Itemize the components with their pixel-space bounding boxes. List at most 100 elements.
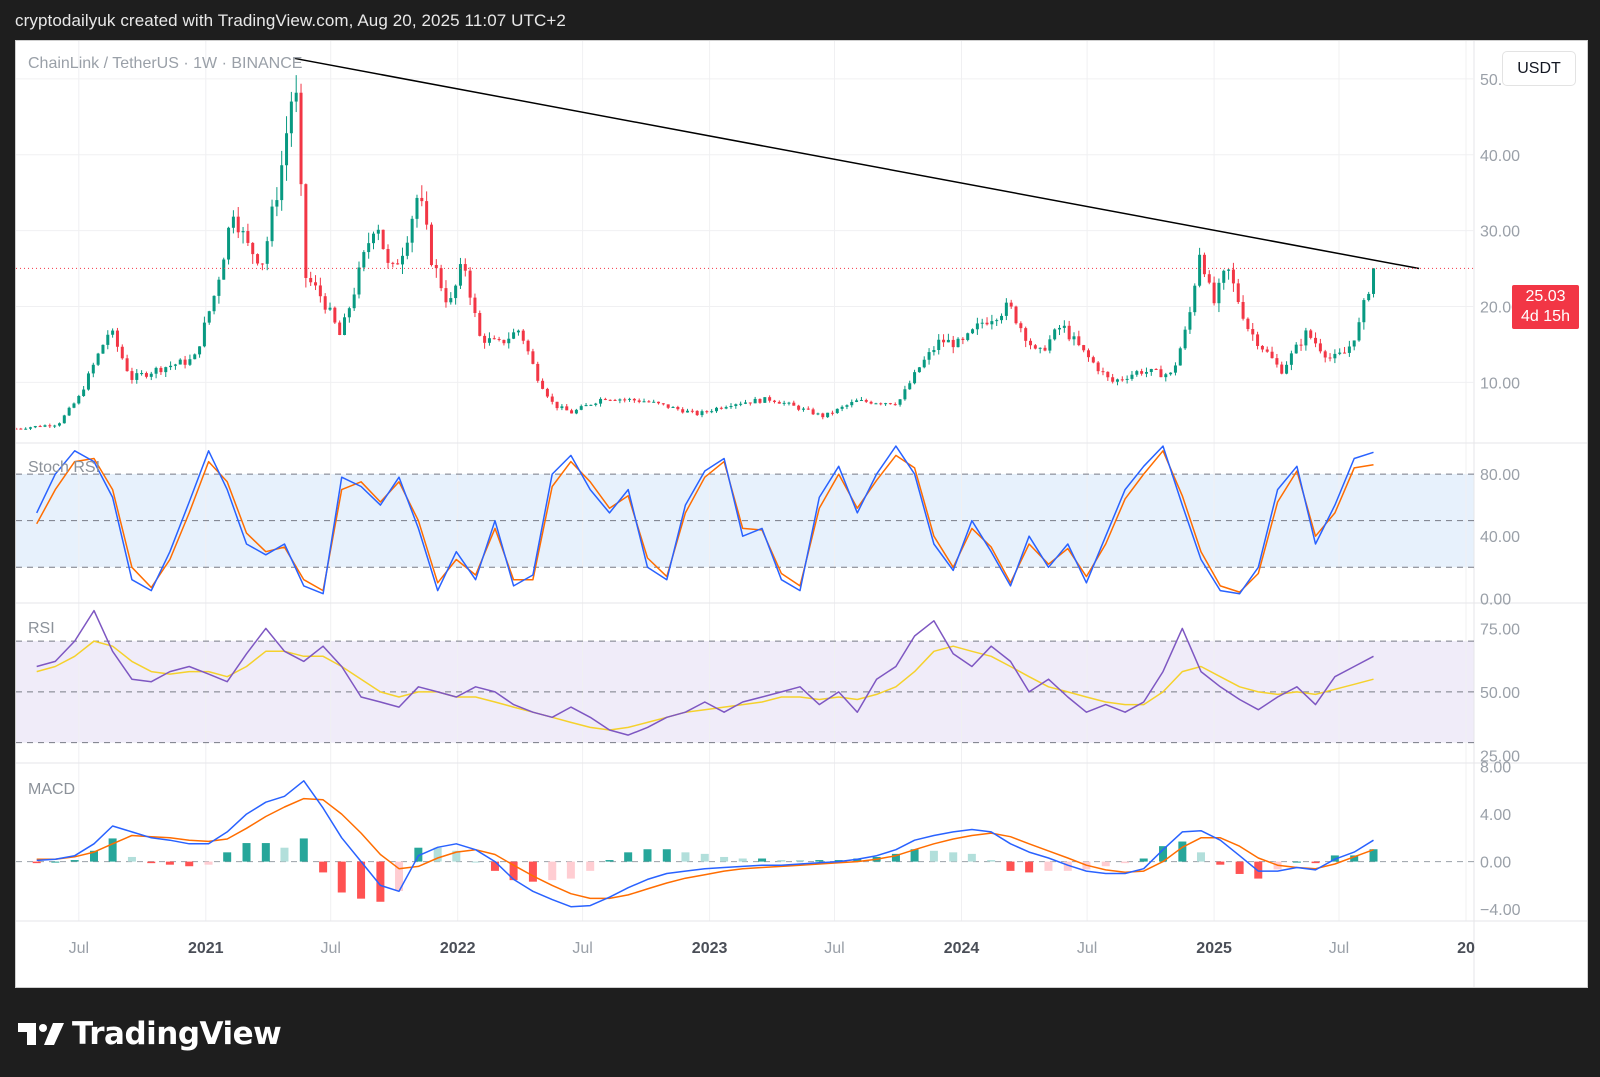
candle-body — [1111, 377, 1115, 382]
candle-body — [260, 263, 264, 265]
candle-body — [772, 400, 776, 402]
macd-label: MACD — [28, 781, 76, 798]
time-tick-label: Jul — [69, 940, 89, 957]
candle-body — [463, 264, 467, 271]
candle-body — [1202, 254, 1206, 275]
candle-body — [275, 200, 279, 207]
candle-body — [1251, 329, 1255, 335]
candle-body — [1004, 302, 1008, 316]
candle-body — [135, 373, 139, 380]
candle-body — [859, 400, 863, 402]
macd-histogram-bar — [299, 838, 308, 862]
candle-body — [164, 367, 168, 373]
macd-histogram-bar — [1121, 861, 1130, 864]
candle-body — [77, 396, 81, 404]
candle-body — [1260, 345, 1264, 350]
time-tick-label: 20 — [1457, 940, 1475, 957]
macd-signal-line — [36, 797, 1374, 900]
candle-body — [410, 218, 414, 243]
candle-body — [1082, 345, 1086, 351]
candle-body — [130, 371, 134, 380]
candle-body — [811, 409, 815, 415]
candle-body — [652, 401, 656, 403]
macd-histogram-bar — [1235, 861, 1244, 874]
macd-histogram-bar — [471, 861, 480, 863]
candle-body — [169, 365, 173, 368]
candle-body — [801, 408, 805, 410]
candle-body — [120, 346, 124, 359]
macd-histogram-bar — [51, 861, 60, 863]
candle-body — [270, 206, 274, 242]
candle-body — [975, 323, 979, 330]
candle-body — [454, 285, 458, 299]
candle-body — [1048, 339, 1052, 351]
candle-body — [343, 317, 347, 335]
candle-body — [468, 270, 472, 298]
candle-body — [1222, 270, 1226, 283]
candle-body — [396, 263, 400, 265]
candle-body — [1212, 282, 1216, 304]
macd-histogram-bar — [1292, 861, 1301, 863]
candle-body — [531, 351, 535, 364]
candle-body — [86, 373, 90, 390]
macd-histogram-bar — [643, 849, 652, 862]
macd-tick-label: 8.00 — [1480, 760, 1511, 777]
candle-body — [516, 330, 520, 333]
candle-body — [1231, 269, 1235, 284]
macd-line — [36, 780, 1374, 908]
candle-body — [48, 425, 52, 427]
candle-body — [246, 231, 250, 243]
candle-body — [1318, 343, 1322, 352]
candle-body — [521, 330, 525, 341]
candle-body — [323, 296, 327, 310]
candle-body — [198, 346, 202, 355]
stoch-tick-label: 0.00 — [1480, 591, 1511, 608]
candle-body — [492, 338, 496, 340]
candle-body — [449, 298, 453, 303]
candle-body — [884, 403, 888, 405]
stoch-tick-label: 80.00 — [1480, 467, 1520, 484]
candle-body — [111, 330, 115, 335]
candle-body — [1367, 293, 1371, 301]
candle-body — [637, 400, 641, 402]
candle-body — [951, 339, 955, 348]
candle-body — [227, 227, 231, 260]
chart-canvas[interactable]: 50.0040.0030.0020.0010.0080.0040.000.007… — [16, 41, 1587, 987]
candle-body — [917, 367, 921, 373]
rsi-tick-label: 50.00 — [1480, 685, 1520, 702]
candle-body — [352, 294, 356, 309]
candle-body — [1343, 352, 1347, 354]
macd-histogram-bar — [700, 853, 709, 862]
macd-histogram-bar — [1101, 861, 1110, 867]
candle-body — [1198, 254, 1202, 286]
candle-body — [434, 265, 438, 269]
candle-body — [347, 308, 351, 318]
candle-body — [777, 401, 781, 404]
candle-body — [106, 334, 110, 345]
candle-body — [289, 101, 293, 134]
macd-histogram-bar — [738, 858, 747, 862]
candle-body — [1183, 329, 1187, 349]
candle-body — [758, 398, 762, 403]
candle-body — [425, 201, 429, 225]
candle-body — [405, 242, 409, 256]
candle-body — [149, 373, 153, 377]
candle-body — [391, 262, 395, 264]
candle-body — [1024, 328, 1028, 341]
macd-histogram-bar — [147, 861, 156, 864]
candle-body — [318, 285, 322, 297]
candle-body — [657, 401, 661, 404]
candle-body — [985, 322, 989, 325]
candle-body — [1227, 269, 1231, 271]
time-tick-label: 2021 — [188, 940, 224, 957]
candle-body — [1091, 357, 1095, 363]
macd-histogram-bar — [165, 861, 174, 865]
chart-area[interactable]: 50.00 40.00 30.00 20.00 10.00 80.00 40.00 0.00 7… — [15, 40, 1588, 988]
candle-body — [1304, 330, 1308, 346]
candle-body — [217, 279, 221, 296]
candle-body — [439, 268, 443, 289]
currency-button[interactable]: USDT — [1502, 51, 1576, 86]
macd-histogram-bar — [1178, 841, 1187, 862]
candle-body — [937, 339, 941, 351]
candle-body — [314, 282, 318, 286]
